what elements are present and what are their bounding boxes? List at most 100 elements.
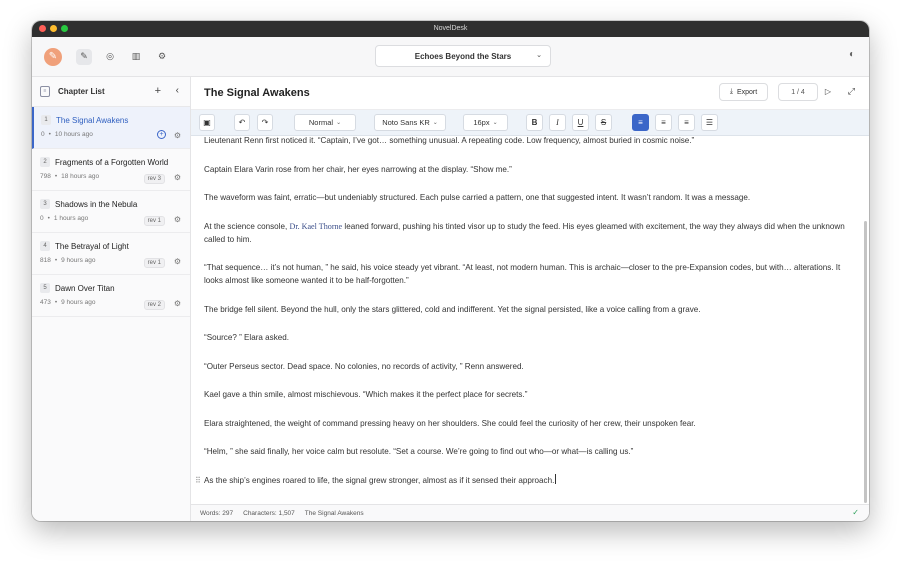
chapter-item-title: Shadows in the Nebula xyxy=(55,199,138,209)
sidebar-title: Chapter List xyxy=(58,87,105,96)
paragraph[interactable]: At the science console, Dr. Kael Thorne … xyxy=(204,220,851,246)
chapter-settings-icon[interactable]: ⚙ xyxy=(174,299,181,308)
saved-check-icon: ✓ xyxy=(852,508,859,517)
font-size-select[interactable]: 16px ⌄ xyxy=(463,114,508,131)
chapter-word-count: 0 xyxy=(40,215,44,222)
expand-icon[interactable]: ⤢ xyxy=(848,86,855,97)
chapter-number: 5 xyxy=(40,283,50,293)
zoom-window-button[interactable] xyxy=(61,25,68,32)
chapter-settings-icon[interactable]: ⚙ xyxy=(174,257,181,266)
paragraph[interactable]: “Outer Perseus sector. Dead space. No co… xyxy=(204,360,851,373)
paragraph[interactable]: “Source? ” Elara asked. xyxy=(204,331,851,344)
paragraph-text: Kael gave a thin smile, almost mischievo… xyxy=(204,390,528,399)
text-cursor xyxy=(555,473,557,484)
minimize-window-button[interactable] xyxy=(50,25,57,32)
window-title: NovelDesk xyxy=(433,25,468,32)
bold-button[interactable]: B xyxy=(526,114,543,131)
paragraph-text: At the science console, xyxy=(204,221,290,231)
chapter-number: 2 xyxy=(40,157,50,167)
chapter-word-count: 0 xyxy=(41,131,45,138)
chevron-down-icon: ⌄ xyxy=(432,120,438,126)
underline-button[interactable]: U xyxy=(572,114,589,131)
chart-icon[interactable]: ▥ xyxy=(128,49,144,65)
paragraph-text: The waveform was faint, erratic—but unde… xyxy=(204,193,751,202)
undo-icon[interactable]: ↶ xyxy=(234,114,250,131)
character-name: Dr. Kael Thorne xyxy=(289,221,343,231)
revision-badge: rev 1 xyxy=(143,258,165,268)
chapter-item-header: 4 The Betrayal of Light xyxy=(40,241,182,251)
play-icon[interactable]: ▷ xyxy=(825,87,831,96)
paragraph[interactable]: “That sequence… it’s not human, ” he sai… xyxy=(204,261,851,287)
chevron-down-icon: ⌄ xyxy=(536,52,542,59)
palette-icon[interactable]: ◐ xyxy=(849,49,855,60)
chapter-settings-icon[interactable]: ⚙ xyxy=(174,215,181,224)
paragraph[interactable]: Captain Elara Varin rose from her chair,… xyxy=(204,163,851,176)
align-center-button[interactable]: ≡ xyxy=(655,114,672,131)
paragraph[interactable]: “Helm, ” she said finally, her voice cal… xyxy=(204,445,851,458)
close-window-button[interactable] xyxy=(39,25,46,32)
paragraph[interactable]: Lieutenant Renn first noticed it. “Capta… xyxy=(204,136,851,147)
app-toolbar: ✎ ✎ ◎ ▥ ⚙ Echoes Beyond the Stars ⌄ ◐ xyxy=(32,37,869,77)
chapter-updated-time: 9 hours ago xyxy=(61,299,96,306)
chapter-item[interactable]: 3 Shadows in the Nebula 0 • 1 hours ago rev 1… xyxy=(32,191,190,233)
app-logo-icon[interactable]: ✎ xyxy=(44,47,62,66)
chapter-settings-icon[interactable]: ⚙ xyxy=(174,173,181,182)
editor-header: The Signal Awakens ⤓ Export 1 / 4 ▷ ⤢ xyxy=(191,77,869,110)
save-icon[interactable]: ▣ xyxy=(199,114,215,131)
paragraph[interactable]: ⠿ As the ship’s engines roared to life, t… xyxy=(195,473,851,487)
title-bar: NovelDesk xyxy=(32,21,869,37)
paragraph-style-select[interactable]: Normal ⌄ xyxy=(294,114,356,131)
chapter-updated-time: 18 hours ago xyxy=(61,173,100,180)
italic-button[interactable]: I xyxy=(549,114,566,131)
font-family-value: Noto Sans KR xyxy=(382,118,430,127)
chapter-item[interactable]: 4 The Betrayal of Light 818 • 9 hours ago rev… xyxy=(32,233,190,275)
window-controls xyxy=(39,25,68,32)
paragraph[interactable]: Elara straightened, the weight of comman… xyxy=(204,417,851,430)
paragraph-text: “That sequence… it’s not human, ” he sai… xyxy=(204,263,841,285)
format-toolbar: ▣ ↶ ↷ Normal ⌄ Noto Sans KR ⌄ 16px ⌄ B I U … xyxy=(191,110,869,136)
export-button[interactable]: ⤓ Export xyxy=(719,83,768,101)
globe-icon[interactable]: ◎ xyxy=(102,49,118,65)
chapter-item[interactable]: 5 Dawn Over Titan 473 • 9 hours ago rev 2 ⚙ xyxy=(32,275,190,317)
chapter-settings-icon[interactable]: ⚙ xyxy=(174,131,181,140)
align-justify-button[interactable]: ☰ xyxy=(701,114,718,131)
chevron-down-icon: ⌄ xyxy=(336,120,342,126)
document-icon: ≡ xyxy=(40,86,50,97)
strikethrough-button[interactable]: S xyxy=(595,114,612,131)
paragraph-text: “Helm, ” she said finally, her voice cal… xyxy=(204,447,634,456)
editor-content[interactable]: Lieutenant Renn first noticed it. “Capta… xyxy=(191,136,869,504)
gear-icon[interactable]: ⚙ xyxy=(154,49,170,65)
drag-handle-icon[interactable]: ⠿ xyxy=(195,474,201,487)
chapter-item[interactable]: 2 Fragments of a Forgotten World 798 • 18 ho… xyxy=(32,149,190,191)
paragraph-text: Lieutenant Renn first noticed it. “Capta… xyxy=(204,136,695,145)
revision-badge: rev 2 xyxy=(143,300,165,310)
chapter-item[interactable]: 1 The Signal Awakens 0 • 10 hours ago + ⚙ xyxy=(32,107,190,149)
chapter-item-title: Fragments of a Forgotten World xyxy=(55,157,169,167)
paragraph-text: Captain Elara Varin rose from her chair,… xyxy=(204,164,512,174)
editor-scrollbar[interactable] xyxy=(864,221,867,503)
add-chapter-button[interactable]: + xyxy=(155,85,161,97)
chapter-item-header: 3 Shadows in the Nebula xyxy=(40,199,182,209)
chapter-item-title: The Signal Awakens xyxy=(56,115,129,125)
align-left-button[interactable]: ≡ xyxy=(632,114,649,131)
collapse-sidebar-button[interactable]: ‹ xyxy=(176,85,179,96)
paragraph[interactable]: The waveform was faint, erratic—but unde… xyxy=(204,191,851,204)
download-icon: ⤓ xyxy=(729,88,733,95)
chapter-word-count: 473 xyxy=(40,299,51,306)
font-family-select[interactable]: Noto Sans KR ⌄ xyxy=(374,114,446,131)
paragraph[interactable]: The bridge fell silent. Beyond the hull,… xyxy=(204,303,851,316)
app-window: NovelDesk ✎ ✎ ◎ ▥ ⚙ Echoes Beyond the Stars… xyxy=(32,21,869,521)
paragraph[interactable]: Kael gave a thin smile, almost mischievo… xyxy=(204,388,851,401)
chapter-title: The Signal Awakens xyxy=(204,87,310,99)
redo-icon[interactable]: ↷ xyxy=(257,114,273,131)
meta-separator: • xyxy=(54,257,58,264)
chapter-number: 3 xyxy=(40,199,50,209)
align-right-button[interactable]: ≡ xyxy=(678,114,695,131)
pen-icon[interactable]: ✎ xyxy=(76,48,92,65)
revision-badge: rev 3 xyxy=(143,174,165,184)
status-bar: Words: 297 Characters: 1,507 The Signal … xyxy=(191,504,869,521)
page-indicator[interactable]: 1 / 4 xyxy=(778,83,818,101)
document-selector[interactable]: Echoes Beyond the Stars ⌄ xyxy=(375,45,551,67)
chapter-updated-time: 10 hours ago xyxy=(54,131,93,138)
add-revision-icon[interactable]: + xyxy=(157,130,166,139)
